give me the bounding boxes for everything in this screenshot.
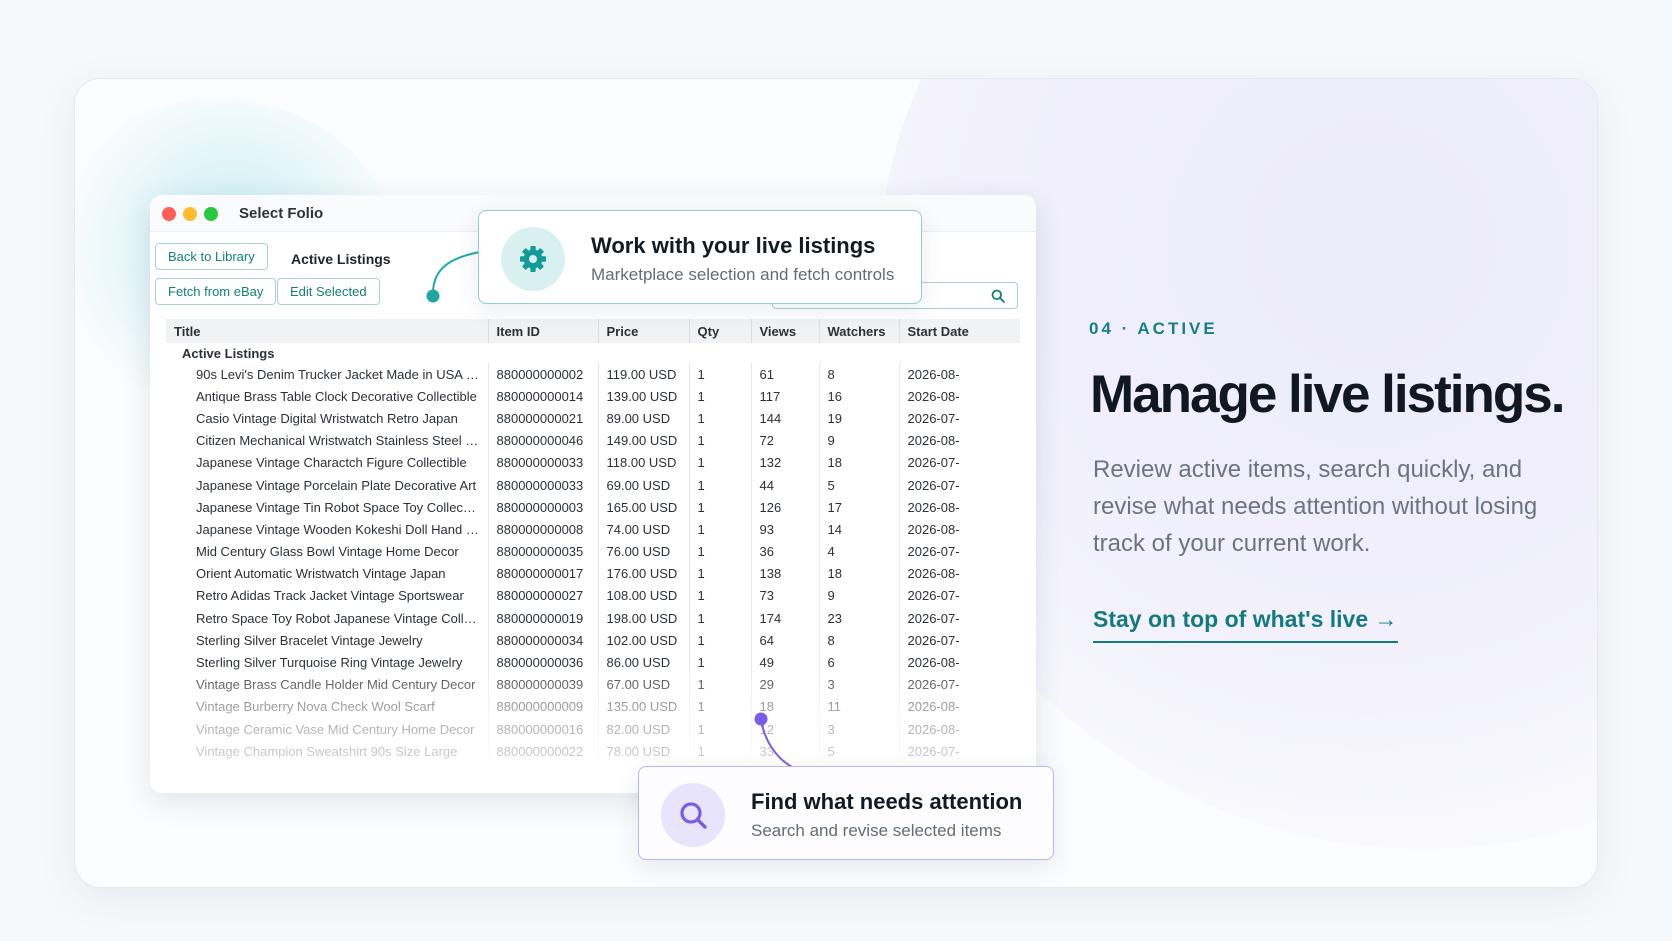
callout-title: Work with your live listings — [591, 233, 876, 258]
gear-icon — [520, 246, 546, 272]
top-connector-dot — [426, 289, 440, 303]
section-eyebrow: 04 · ACTIVE — [1089, 319, 1218, 338]
callout-subtitle: Search and revise selected items — [751, 821, 1002, 840]
search-icon-badge — [661, 783, 725, 847]
gear-icon-badge — [501, 227, 565, 291]
callout-subtitle: Marketplace selection and fetch controls — [591, 265, 895, 284]
bottom-connector-line — [760, 718, 793, 768]
search-icon — [680, 802, 707, 829]
cta-link[interactable]: Stay on top of what's live → — [1093, 606, 1398, 643]
callout-title: Find what needs attention — [751, 789, 1023, 814]
hero-body: Review active items, search quickly, and… — [1093, 456, 1538, 557]
callout-live-listings: Work with your live listings Marketplace… — [478, 210, 922, 304]
hero-headline: Manage live listings. — [1090, 365, 1565, 424]
callout-find-attention: Find what needs attention Search and rev… — [638, 766, 1054, 860]
bottom-connector-dot — [754, 712, 768, 726]
top-connector-line — [431, 251, 481, 297]
